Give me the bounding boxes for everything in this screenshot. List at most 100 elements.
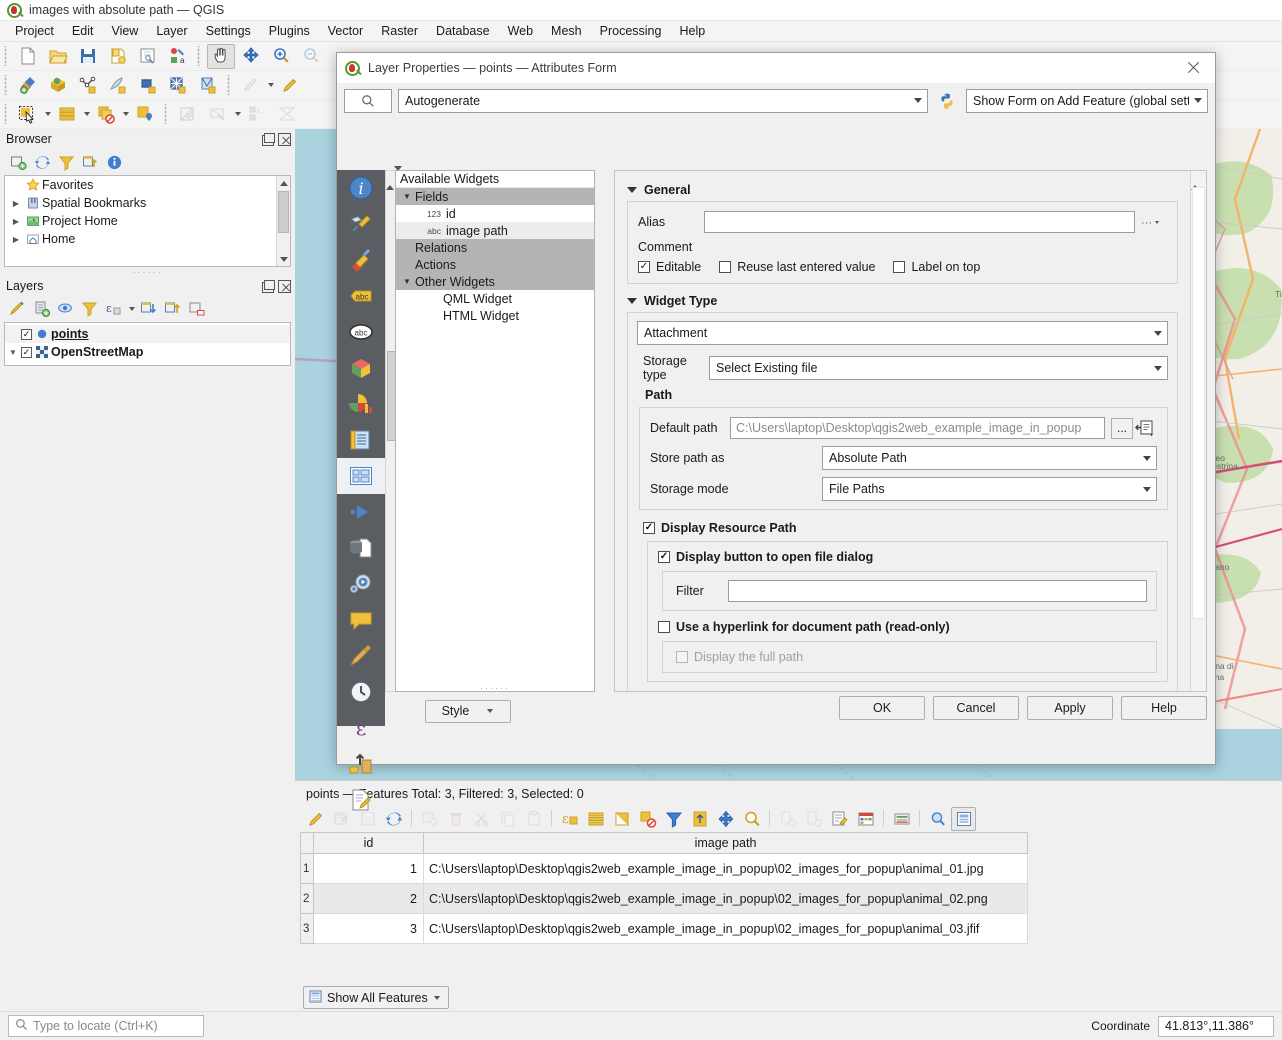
- ok-button[interactable]: OK: [839, 696, 925, 720]
- widget-tree-splitter[interactable]: ······: [397, 683, 593, 693]
- menu-help[interactable]: Help: [670, 22, 714, 40]
- options-dots-icon[interactable]: ···: [1135, 215, 1167, 229]
- open-layer-styling-icon[interactable]: [7, 298, 29, 320]
- chevron-down-icon[interactable]: [433, 991, 442, 1005]
- open-field-calculator-icon[interactable]: [827, 807, 852, 831]
- filter-input[interactable]: [728, 580, 1147, 602]
- add-feature-icon[interactable]: [417, 807, 442, 831]
- open-project-icon[interactable]: [44, 44, 72, 69]
- temporal-icon[interactable]: [337, 674, 385, 710]
- toolbar-grip[interactable]: [195, 46, 204, 66]
- add-wms-layer-icon[interactable]: [194, 73, 222, 98]
- filter-legend-icon[interactable]: [79, 298, 101, 320]
- general-section-header[interactable]: General: [627, 183, 1178, 197]
- attributes-form-icon[interactable]: [337, 458, 385, 494]
- chevron-down-icon[interactable]: [121, 103, 130, 125]
- actions-icon[interactable]: [925, 807, 950, 831]
- select-by-value-icon[interactable]: [53, 102, 81, 127]
- apply-button[interactable]: Apply: [1027, 696, 1113, 720]
- display-resource-path-checkbox[interactable]: ✓ Display Resource Path: [643, 521, 1168, 535]
- statistics-icon[interactable]: [273, 102, 301, 127]
- collapse-all-icon[interactable]: [162, 298, 184, 320]
- zoom-to-selected-icon[interactable]: [739, 807, 764, 831]
- expand-arrow-icon[interactable]: ▶: [9, 199, 23, 208]
- reuse-last-value-checkbox[interactable]: ✓ Reuse last entered value: [719, 260, 875, 274]
- help-button[interactable]: Help: [1121, 696, 1207, 720]
- add-spatialite-layer-icon[interactable]: [164, 73, 192, 98]
- widget-tree-item-relations[interactable]: Relations: [396, 239, 594, 256]
- project-properties-icon[interactable]: [134, 44, 162, 69]
- rendering-icon[interactable]: [337, 638, 385, 674]
- menu-web[interactable]: Web: [499, 22, 542, 40]
- scroll-up-icon[interactable]: [386, 171, 394, 190]
- identify-features-icon[interactable]: [174, 102, 202, 127]
- widget-tree-item-html-widget[interactable]: HTML Widget: [396, 307, 594, 324]
- table-row[interactable]: 3 3 C:\Users\laptop\Desktop\qgis2web_exa…: [300, 913, 1028, 944]
- filter-legend-by-expression-icon[interactable]: ε: [103, 298, 125, 320]
- browser-float-icon[interactable]: [261, 132, 275, 146]
- manage-map-themes-icon[interactable]: [55, 298, 77, 320]
- cell-image-path[interactable]: C:\Users\laptop\Desktop\qgis2web_example…: [423, 853, 1028, 884]
- pan-to-selection-icon[interactable]: [237, 44, 265, 69]
- delete-field-icon[interactable]: [801, 807, 826, 831]
- menu-database[interactable]: Database: [427, 22, 499, 40]
- cell-id[interactable]: 3: [313, 913, 424, 944]
- chevron-down-icon[interactable]: [909, 98, 927, 103]
- select-all-icon[interactable]: [583, 807, 608, 831]
- widget-type-section-header[interactable]: Widget Type: [627, 294, 1178, 308]
- layer-visibility-checkbox[interactable]: ✓: [21, 346, 32, 358]
- toolbar-grip[interactable]: [2, 104, 11, 124]
- elevation-icon[interactable]: [337, 746, 385, 782]
- available-widgets-tree[interactable]: Available Widgets ▼ Fields 123 id abc im…: [395, 170, 595, 692]
- menu-vector[interactable]: Vector: [319, 22, 372, 40]
- deselect-all-icon[interactable]: [635, 807, 660, 831]
- expand-arrow-icon[interactable]: ▶: [9, 217, 23, 226]
- menu-processing[interactable]: Processing: [591, 22, 671, 40]
- menu-layer[interactable]: Layer: [147, 22, 196, 40]
- menu-settings[interactable]: Settings: [197, 22, 260, 40]
- column-header-id[interactable]: id: [313, 832, 424, 854]
- properties-info-icon[interactable]: [103, 151, 125, 173]
- add-postgis-layer-icon[interactable]: [134, 73, 162, 98]
- measure-icon[interactable]: [204, 102, 232, 127]
- select-features-icon[interactable]: [14, 102, 42, 127]
- expand-all-icon[interactable]: [138, 298, 160, 320]
- table-row[interactable]: 1 1 C:\Users\laptop\Desktop\qgis2web_exa…: [300, 853, 1028, 884]
- widget-tree-item-actions[interactable]: Actions: [396, 256, 594, 273]
- expand-arrow-icon[interactable]: ▼: [5, 348, 21, 357]
- form-suppress-combo[interactable]: Show Form on Add Feature (global setting…: [966, 88, 1208, 113]
- layers-close-icon[interactable]: [278, 279, 291, 293]
- delete-selected-icon[interactable]: [443, 807, 468, 831]
- browse-button[interactable]: ...: [1111, 417, 1133, 439]
- scroll-down-icon[interactable]: [277, 252, 290, 266]
- coordinate-value[interactable]: 41.813°,11.386°: [1158, 1015, 1274, 1037]
- chevron-down-icon[interactable]: [485, 704, 494, 718]
- variables-icon[interactable]: ε: [337, 710, 385, 746]
- row-number[interactable]: 3: [300, 913, 314, 944]
- scroll-down-icon[interactable]: [1199, 171, 1206, 185]
- chevron-down-icon[interactable]: [266, 74, 275, 96]
- label-on-top-checkbox[interactable]: ✓ Label on top: [893, 260, 980, 274]
- paste-features-icon[interactable]: [521, 807, 546, 831]
- panel-splitter[interactable]: ······: [0, 267, 295, 277]
- joins-icon[interactable]: [337, 494, 385, 530]
- move-selection-to-top-icon[interactable]: [687, 807, 712, 831]
- menu-raster[interactable]: Raster: [372, 22, 427, 40]
- chevron-down-icon[interactable]: [1149, 366, 1167, 371]
- chevron-down-icon[interactable]: [1138, 487, 1156, 492]
- masks-icon[interactable]: abc: [337, 314, 385, 350]
- invert-selection-icon[interactable]: [609, 807, 634, 831]
- browser-item-home[interactable]: ▶ Home: [5, 230, 275, 248]
- scroll-up-icon[interactable]: [277, 176, 290, 190]
- data-defined-override-icon[interactable]: [1133, 417, 1157, 439]
- table-corner-header[interactable]: [300, 832, 314, 854]
- storage-mode-combo[interactable]: File Paths: [822, 477, 1157, 501]
- cell-id[interactable]: 1: [313, 853, 424, 884]
- conditional-formatting-icon[interactable]: [853, 807, 878, 831]
- remove-layer-icon[interactable]: [186, 298, 208, 320]
- expand-arrow-icon[interactable]: ▼: [399, 192, 415, 201]
- close-icon[interactable]: [1179, 55, 1207, 81]
- menu-edit[interactable]: Edit: [63, 22, 103, 40]
- copy-features-icon[interactable]: [495, 807, 520, 831]
- form-layout-combo[interactable]: Autogenerate: [398, 88, 928, 113]
